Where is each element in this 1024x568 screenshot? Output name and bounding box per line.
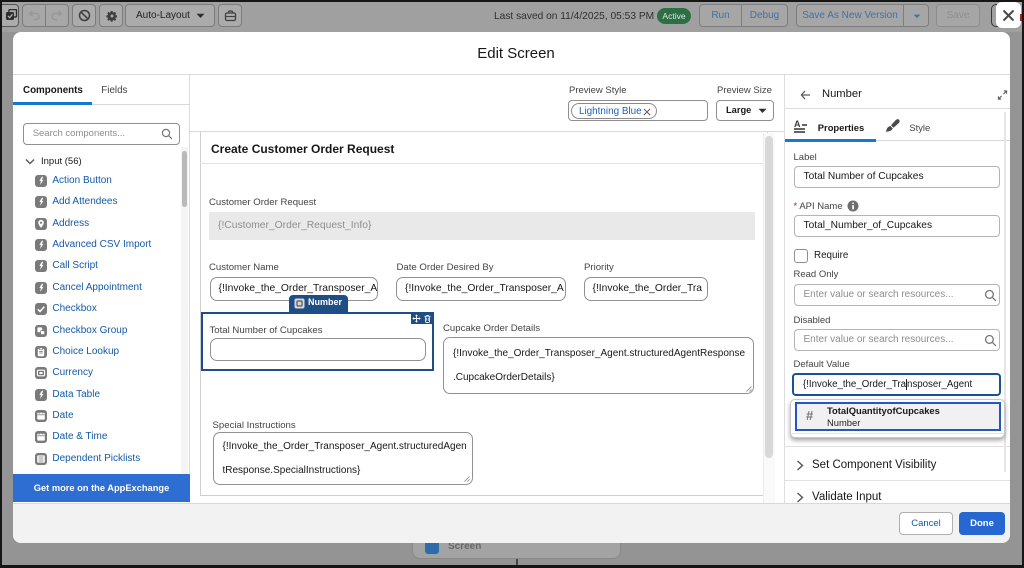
svg-text:A: A (794, 119, 801, 129)
